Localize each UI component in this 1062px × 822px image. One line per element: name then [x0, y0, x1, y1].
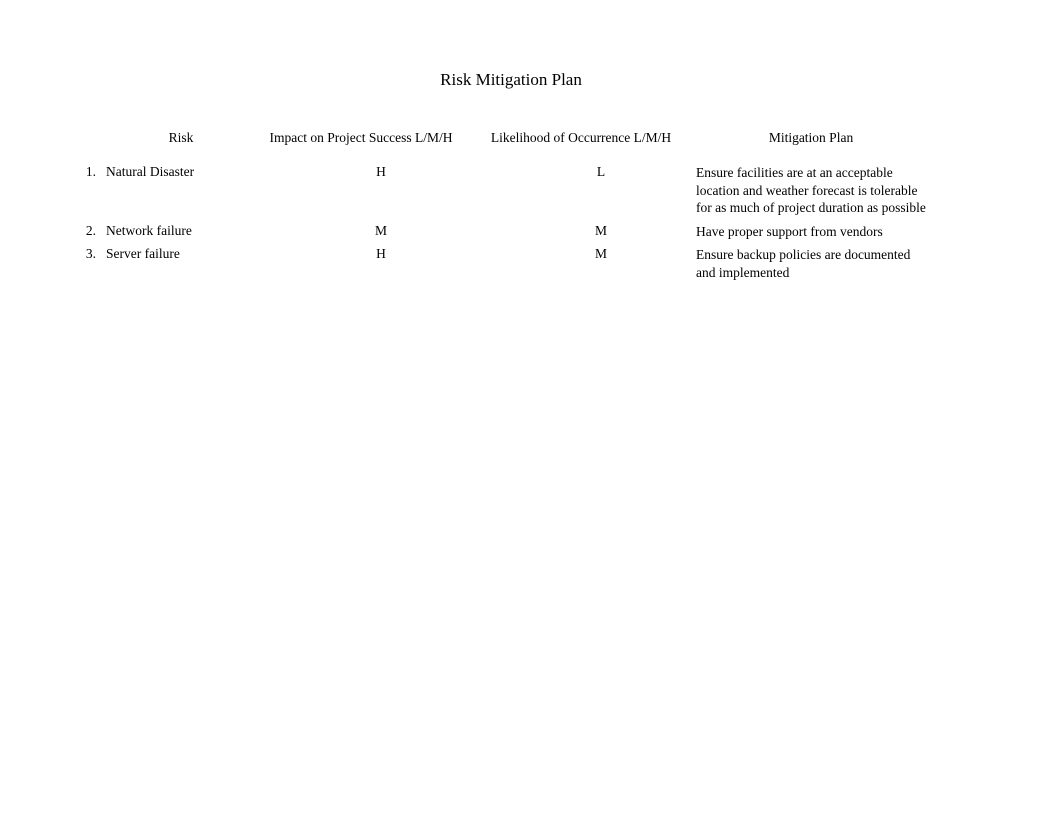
row-num: 2. — [80, 223, 106, 239]
row-num: 3. — [80, 246, 106, 262]
table-row: 3. Server failure H M Ensure backup poli… — [80, 246, 982, 281]
row-num: 1. — [80, 164, 106, 180]
row-likelihood: M — [466, 223, 696, 239]
header-risk: Risk — [106, 130, 256, 146]
header-likelihood: Likelihood of Occurrence L/M/H — [466, 130, 696, 146]
row-mitigation: Have proper support from vendors — [696, 223, 926, 241]
table-row: 1. Natural Disaster H L Ensure facilitie… — [80, 164, 982, 217]
row-mitigation: Ensure backup policies are documented an… — [696, 246, 926, 281]
row-risk: Server failure — [106, 246, 256, 262]
row-likelihood: L — [466, 164, 696, 180]
risk-table: Risk Impact on Project Success L/M/H Lik… — [80, 130, 982, 281]
row-mitigation: Ensure facilities are at an acceptable l… — [696, 164, 926, 217]
row-risk: Network failure — [106, 223, 256, 239]
document-title: Risk Mitigation Plan — [40, 70, 982, 90]
header-impact: Impact on Project Success L/M/H — [256, 130, 466, 146]
row-likelihood: M — [466, 246, 696, 262]
row-impact: H — [256, 246, 466, 262]
row-impact: H — [256, 164, 466, 180]
row-risk: Natural Disaster — [106, 164, 256, 180]
table-row: 2. Network failure M M Have proper suppo… — [80, 223, 982, 241]
header-mitigation: Mitigation Plan — [696, 130, 926, 146]
row-impact: M — [256, 223, 466, 239]
table-header-row: Risk Impact on Project Success L/M/H Lik… — [80, 130, 982, 146]
